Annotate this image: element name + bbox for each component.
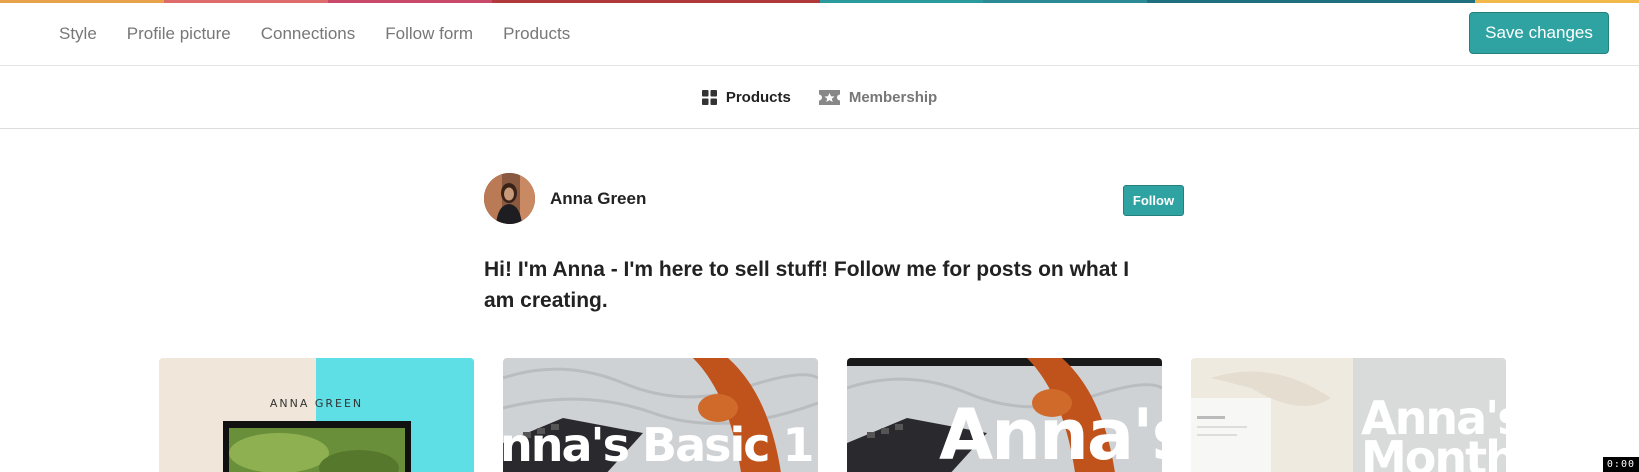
profile-bio: Hi! I'm Anna - I'm here to sell stuff! F… xyxy=(484,258,1130,312)
product-brand-text: ANNA GREEN xyxy=(269,397,364,410)
nav-item-style[interactable]: Style xyxy=(59,24,97,44)
product-card[interactable]: Anna's xyxy=(847,358,1162,472)
product-overlay-text: nna's Basic 1 xyxy=(503,418,815,472)
tab-membership[interactable]: Membership xyxy=(818,88,938,106)
avatar xyxy=(484,173,535,224)
settings-nav: Style Profile picture Connections Follow… xyxy=(59,24,600,44)
follow-button[interactable]: Follow xyxy=(1123,185,1184,216)
product-card[interactable]: ANNA GREEN xyxy=(159,358,474,472)
top-navigation-bar: Style Profile picture Connections Follow… xyxy=(0,3,1639,66)
content-tabs: Products Membership xyxy=(0,66,1639,129)
nav-item-products[interactable]: Products xyxy=(503,24,570,44)
recording-timer: 0:00 xyxy=(1602,457,1639,472)
save-changes-button[interactable]: Save changes xyxy=(1469,12,1609,54)
nav-item-connections[interactable]: Connections xyxy=(261,24,356,44)
product-card[interactable]: nna's Basic 1 xyxy=(503,358,818,472)
tab-products-label: Products xyxy=(725,88,791,106)
profile-header: Anna Green Follow xyxy=(484,173,1184,225)
grid-icon xyxy=(701,89,717,105)
nav-item-follow-form[interactable]: Follow form xyxy=(385,24,473,44)
product-overlay-text: Anna's xyxy=(939,394,1162,472)
profile-name: Anna Green xyxy=(550,189,647,208)
product-overlay-text-2: Month xyxy=(1361,431,1506,472)
tab-membership-label: Membership xyxy=(848,88,938,106)
nav-item-profile-picture[interactable]: Profile picture xyxy=(127,24,231,44)
ticket-star-icon xyxy=(818,89,840,105)
product-thumbnail xyxy=(159,358,474,472)
product-card[interactable]: Anna's Month xyxy=(1191,358,1506,472)
tab-products[interactable]: Products xyxy=(701,88,791,106)
